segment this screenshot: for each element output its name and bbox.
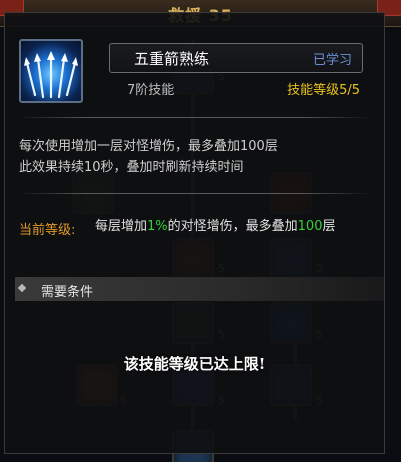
diamond-icon: [17, 283, 27, 293]
triple-arrow-icon: [19, 39, 83, 103]
current-level-text: 每层增加1%的对怪增伤，最多叠加100层: [95, 219, 375, 235]
value-highlight: 100: [297, 219, 323, 234]
skill-description-line: 此效果持续10秒，叠加时刷新持续时间: [19, 160, 244, 175]
skill-name-box: 五重箭熟练 已学习: [109, 43, 363, 73]
skill-level: 技能等级5/5: [287, 83, 360, 98]
skill-name: 五重箭熟练: [134, 50, 210, 68]
current-level-text-part: 每层增加: [95, 219, 148, 234]
value-highlight: 1%: [147, 219, 168, 234]
current-level-label: 当前等级:: [19, 223, 76, 238]
current-level-text-part: 层: [322, 219, 336, 234]
skill-tooltip: 五重箭熟练 已学习 7阶技能 技能等级5/5 每次使用增加一层对怪增伤，最多叠加…: [4, 12, 385, 454]
skill-description-line: 每次使用增加一层对怪增伤，最多叠加100层: [19, 139, 278, 154]
current-level-text-part: 的对怪增伤，最多叠加: [167, 219, 298, 234]
max-level-message: 该技能等级已达上限!: [123, 355, 266, 373]
requirements-label: 需要条件: [41, 285, 94, 300]
learned-status: 已学习: [312, 53, 352, 68]
divider: [17, 193, 371, 194]
requirements-bar[interactable]: 需要条件: [15, 277, 384, 301]
skill-tier: 7阶技能: [127, 83, 175, 98]
divider: [17, 117, 371, 118]
